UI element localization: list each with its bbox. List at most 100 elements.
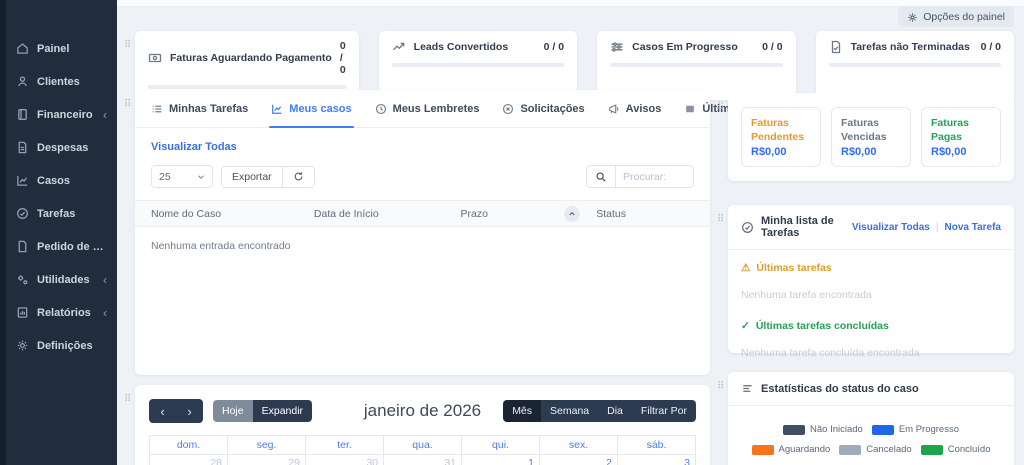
chevron-left-icon: ‹ (103, 108, 107, 122)
invoice-card-pendentes[interactable]: Faturas Pendentes R$0,00 (741, 107, 821, 167)
calendar-cell[interactable]: 28 (150, 455, 228, 465)
tab-bar: Minhas Tarefas Meus casos Meus Lembretes… (135, 90, 710, 128)
legend-swatch (921, 445, 943, 455)
day-header: ter. (306, 436, 384, 454)
calendar-cell[interactable]: 2 (540, 455, 618, 465)
calendar-cell[interactable]: 29 (228, 455, 306, 465)
legend-item-cancelado: Cancelado (839, 444, 911, 455)
stat-card-tarefas-nao-terminadas[interactable]: Tarefas não Terminadas 0 / 0 (816, 31, 1014, 100)
sidebar-item-financeiro[interactable]: Financeiro ‹ (6, 98, 117, 131)
link-separator: | (936, 222, 939, 233)
drag-handle[interactable]: ⠿ (124, 41, 131, 51)
invoice-card-vencidas[interactable]: Faturas Vencidas R$0,00 (831, 107, 911, 167)
completed-tasks-title: Últimas tarefas concluídas (756, 320, 889, 332)
sidebar-item-utilidades[interactable]: Utilidades ‹ (6, 263, 117, 296)
gears-icon (16, 273, 29, 286)
sidebar-item-painel[interactable]: Painel (6, 32, 117, 65)
drag-handle[interactable]: ⠿ (717, 215, 724, 225)
search-button[interactable] (586, 165, 616, 188)
stats-panel-title: Estatísticas do status do caso (761, 383, 919, 395)
sidebar-item-label: Relatórios (37, 307, 91, 319)
calendar-week-row: 28 29 30 31 1 2 3 (150, 455, 695, 465)
drag-handle[interactable]: ⠿ (717, 103, 724, 113)
calendar-grid: dom. seg. ter. qua. qui. sex. sáb. 28 29… (149, 435, 696, 465)
tab-meus-lembretes[interactable]: Meus Lembretes (375, 90, 480, 127)
sidebar-item-casos[interactable]: Casos (6, 164, 117, 197)
sidebar-item-label: Despesas (37, 142, 88, 154)
tab-label: Minhas Tarefas (169, 103, 248, 115)
tab-label: Meus Lembretes (393, 103, 480, 115)
search-icon (595, 171, 607, 183)
column-nome-do-caso[interactable]: Nome do Caso (151, 208, 314, 220)
column-status[interactable]: Status (596, 208, 694, 220)
calendar-cell[interactable]: 1 (462, 455, 540, 465)
progress-bar (610, 63, 782, 67)
calendar-today-button[interactable]: Hoje (213, 400, 253, 422)
legend-swatch (752, 445, 774, 455)
tab-minhas-tarefas[interactable]: Minhas Tarefas (151, 90, 248, 127)
invoice-card-value: R$0,00 (931, 146, 991, 158)
sort-up-icon[interactable] (564, 206, 580, 222)
new-task-link[interactable]: Nova Tarefa (944, 222, 1001, 233)
column-data-de-inicio[interactable]: Data de Início (314, 208, 461, 220)
progress-bar (148, 85, 346, 89)
sidebar-item-definicoes[interactable]: Definições (6, 329, 117, 362)
invoice-card-pagas[interactable]: Faturas Pagas R$0,00 (921, 107, 1001, 167)
legend-label: Em Progresso (899, 424, 959, 435)
calendar-cell[interactable]: 3 (618, 455, 695, 465)
top-bar (117, 0, 1024, 7)
drag-handle[interactable]: ⠿ (124, 395, 131, 405)
sidebar-item-label: Clientes (37, 76, 80, 88)
refresh-button[interactable] (283, 167, 314, 187)
sidebar-item-label: Utilidades (37, 274, 90, 286)
view-all-link[interactable]: Visualizar Todas (151, 141, 237, 153)
stat-card-label: Faturas Aguardando Pagamento (170, 52, 332, 64)
check-icon: ✓ (741, 320, 750, 332)
sidebar: Painel Clientes Financeiro ‹ Despesas Ca… (6, 0, 117, 465)
calendar-view-day[interactable]: Dia (598, 400, 632, 422)
calendar-next-button[interactable]: › (176, 399, 203, 423)
search-input[interactable] (616, 165, 694, 188)
drag-handle[interactable]: ⠿ (124, 100, 131, 110)
calendar-prev-button[interactable]: ‹ (149, 399, 176, 423)
export-button[interactable]: Exportar (222, 167, 283, 187)
calendar-filter-button[interactable]: Filtrar Por (632, 400, 696, 422)
tab-avisos[interactable]: Avisos (608, 90, 662, 127)
sliders-icon (610, 40, 624, 54)
stat-card-value: 0 / 0 (544, 41, 564, 53)
page-size-select[interactable]: 25 (151, 165, 213, 188)
sidebar-item-tarefas[interactable]: Tarefas (6, 197, 117, 230)
trend-icon (392, 40, 406, 54)
calendar-view-week[interactable]: Semana (541, 400, 598, 422)
column-prazo[interactable]: Prazo (461, 206, 597, 222)
legend-label: Concluído (948, 444, 991, 455)
gear-icon (907, 12, 918, 23)
calendar-cell[interactable]: 31 (384, 455, 462, 465)
drag-handle[interactable]: ⠿ (717, 382, 724, 392)
dashboard-options-button[interactable]: Opções do painel (898, 7, 1014, 27)
stat-card-value: 0 / 0 (981, 41, 1001, 53)
legend-label: Não Iniciado (810, 424, 863, 435)
day-header: sáb. (618, 436, 695, 454)
progress-bar (829, 63, 1001, 67)
report-icon (16, 306, 29, 319)
latest-tasks-title: Últimas tarefas (756, 262, 831, 274)
sidebar-item-clientes[interactable]: Clientes (6, 65, 117, 98)
tab-meus-casos[interactable]: Meus casos (271, 90, 351, 127)
legend-item-aguardando: Aguardando (752, 444, 831, 455)
legend-label: Aguardando (779, 444, 831, 455)
sidebar-item-pedido-de-orcamento[interactable]: Pedido de Orçamento (6, 230, 117, 263)
sidebar-item-relatorios[interactable]: Relatórios ‹ (6, 296, 117, 329)
sidebar-item-despesas[interactable]: Despesas (6, 131, 117, 164)
table-search (586, 165, 694, 188)
sidebar-item-label: Casos (37, 175, 70, 187)
calendar-expand-button[interactable]: Expandir (253, 400, 312, 422)
cases-panel: ⠿ Minhas Tarefas Meus casos Meus Lembret… (135, 90, 710, 375)
tab-solicitacoes[interactable]: Solicitações (502, 90, 584, 127)
calendar-view-month[interactable]: Mês (503, 400, 541, 422)
megaphone-icon (608, 103, 620, 115)
task-view-all-link[interactable]: Visualizar Todas (852, 222, 930, 233)
calendar-cell[interactable]: 30 (306, 455, 384, 465)
table-controls: 25 Exportar (151, 165, 694, 188)
completed-tasks-empty: Nenhuma tarefa concluída encontrada (741, 347, 1001, 359)
